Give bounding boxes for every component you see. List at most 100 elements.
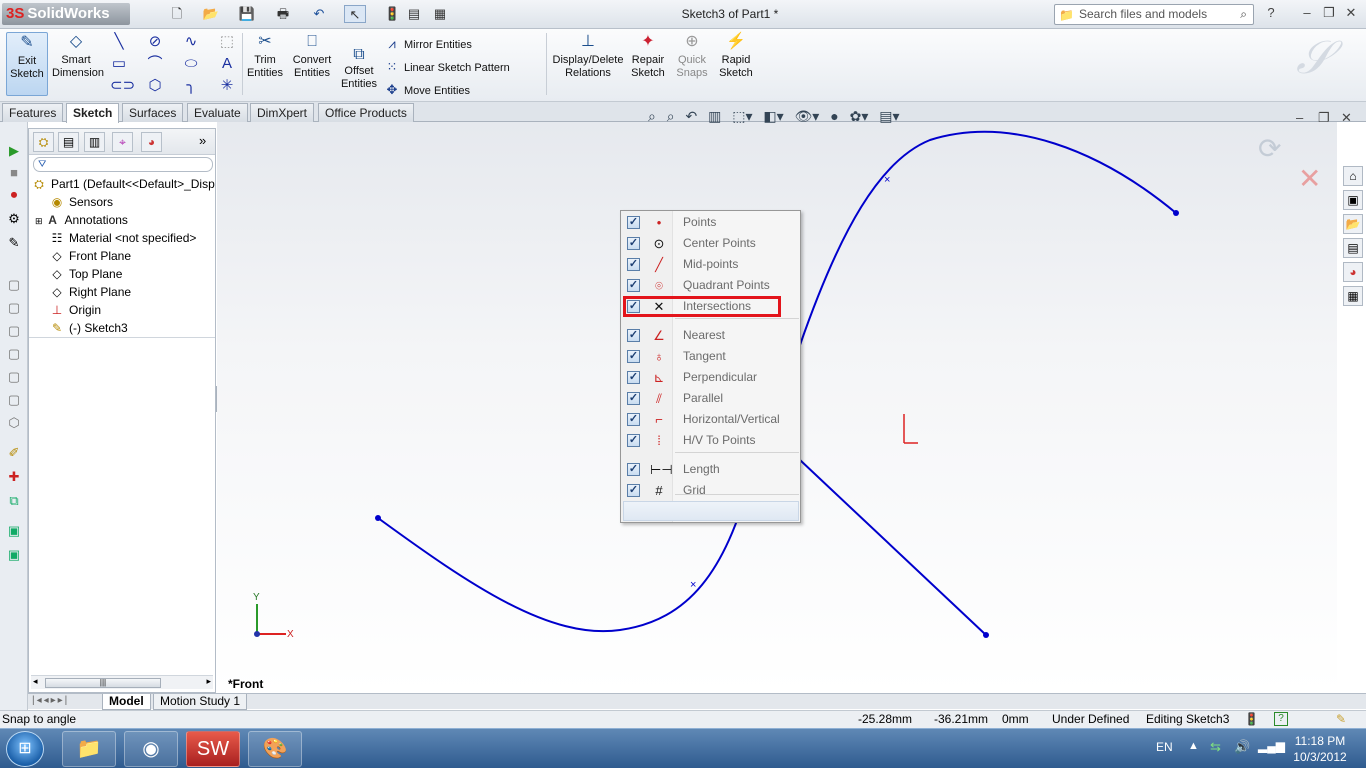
- status-editing: Editing Sketch3: [1146, 712, 1230, 726]
- snap-menu-item-perpendicular[interactable]: ✓ ⊾ Perpendicular: [621, 367, 800, 388]
- checkbox-checked-icon[interactable]: ✓: [627, 413, 640, 426]
- snap-menu-item-label: Nearest: [683, 328, 726, 342]
- snap-menu-item-quadrant-points[interactable]: ✓ ⌾ Quadrant Points: [621, 275, 800, 296]
- menu-hover-highlight: [623, 501, 799, 521]
- snap-menu-item-label: Length: [683, 462, 720, 476]
- snap-menu-item-mid-points[interactable]: ✓ ╱ Mid-points: [621, 254, 800, 275]
- sketch-endpoint[interactable]: [375, 515, 381, 521]
- menu-separator: [675, 452, 799, 453]
- scene-icon[interactable]: ✿▾: [850, 108, 869, 124]
- view-palette-icon[interactable]: ▤: [1343, 238, 1363, 258]
- snap-menu-item-label: Quadrant Points: [683, 278, 770, 292]
- checkbox-checked-icon[interactable]: ✓: [627, 350, 640, 363]
- sketch-line[interactable]: [799, 459, 987, 636]
- heads-up-view-toolbar: ⌕ ⌕ ↶ ▥ ⬚▾ ◧▾ 👁▾ ● ✿▾ ▤▾: [648, 108, 907, 128]
- snap-menu-item-parallel[interactable]: ✓ ⫽ Parallel: [621, 388, 800, 409]
- customize-status-icon[interactable]: ✎: [1336, 711, 1346, 728]
- sketch-endpoint[interactable]: [983, 632, 989, 638]
- network-sync-icon[interactable]: ⇆: [1210, 739, 1221, 755]
- signal-icon[interactable]: ▂▄▆: [1258, 739, 1285, 753]
- zoom-area-icon[interactable]: ⌕: [667, 108, 675, 124]
- snap-menu-item-grid[interactable]: ✓ # Grid: [621, 480, 800, 501]
- start-button[interactable]: ⊞: [6, 731, 44, 767]
- snap-menu-item-center-points[interactable]: ✓ ⊙ Center Points: [621, 233, 800, 254]
- tab-scroll-arrows-icon[interactable]: |◂◂▸▸|: [32, 695, 69, 706]
- explorer-icon[interactable]: 📁: [62, 731, 116, 767]
- checkbox-checked-icon[interactable]: ✓: [627, 371, 640, 384]
- snap-menu-item-label: Grid: [683, 483, 706, 497]
- viewport-minimize-icon[interactable]: –: [1296, 110, 1303, 125]
- status-z-coordinate: 0mm: [1002, 712, 1029, 726]
- snap-menu-item-nearest[interactable]: ✓ ∠ Nearest: [621, 325, 800, 346]
- sketch-spline-upper[interactable]: [799, 130, 1177, 346]
- firefox-icon[interactable]: ◉: [124, 731, 178, 767]
- checkbox-checked-icon[interactable]: ✓: [627, 329, 640, 342]
- spline-point-marker[interactable]: ×: [690, 579, 696, 591]
- quick-snaps-menu: ✓ • Points ✓ ⊙ Center Points ✓ ╱ Mid-points ✓ ⌾ Qua…: [620, 210, 801, 523]
- checkbox-checked-icon[interactable]: ✓: [627, 434, 640, 447]
- tab-motion-study[interactable]: Motion Study 1: [153, 694, 248, 710]
- view-orientation-icon[interactable]: ⬚▾: [732, 108, 752, 124]
- snap-menu-item-label: Parallel: [683, 391, 724, 405]
- point-icon: •: [656, 215, 662, 230]
- volume-icon[interactable]: 🔊: [1234, 739, 1250, 755]
- checkbox-checked-icon[interactable]: ✓: [627, 216, 640, 229]
- view-settings-icon[interactable]: ▤▾: [879, 108, 899, 124]
- spline-point-marker[interactable]: ×: [884, 174, 890, 186]
- appearance-icon[interactable]: ●: [830, 108, 838, 124]
- snap-menu-item-points[interactable]: ✓ • Points: [621, 212, 800, 233]
- solidworks-taskbar-icon[interactable]: SW: [186, 731, 240, 767]
- snap-menu-item-h-v-to-points[interactable]: ✓ ⁞ H/V To Points: [621, 430, 800, 451]
- snap-menu-item-length[interactable]: ✓ ⊢⊣ Length: [621, 459, 800, 480]
- checkbox-checked-icon[interactable]: ✓: [627, 484, 640, 497]
- hv-points-icon: ⁞: [657, 433, 661, 448]
- custom-properties-icon[interactable]: ▦: [1343, 286, 1363, 306]
- view-name-label: *Front: [228, 677, 264, 691]
- status-y-coordinate: -36.21mm: [934, 712, 989, 726]
- snap-menu-item-horizontal-vertical[interactable]: ✓ ⌐ Horizontal/Vertical: [621, 409, 800, 430]
- status-message: Snap to angle: [2, 712, 77, 726]
- help-status-icon[interactable]: ?: [1274, 712, 1288, 726]
- checkbox-checked-icon[interactable]: ✓: [627, 392, 640, 405]
- bottom-tabs: |◂◂▸▸| Model Motion Study 1: [28, 693, 1366, 710]
- clock[interactable]: 11:18 PM 10/3/2012: [1288, 733, 1352, 765]
- rebuild-status-icon[interactable]: 🚦: [1244, 711, 1259, 728]
- zoom-to-fit-icon[interactable]: ⌕: [648, 108, 656, 124]
- section-view-icon[interactable]: ▥: [708, 108, 721, 124]
- snap-menu-item-label: H/V To Points: [683, 433, 756, 447]
- display-style-icon[interactable]: ◧▾: [763, 108, 783, 124]
- snap-menu-item-label: Center Points: [683, 236, 756, 250]
- snap-menu-item-tangent[interactable]: ✓ ♁ Tangent: [621, 346, 800, 367]
- confirmation-cancel-icon[interactable]: ✕: [1298, 162, 1321, 195]
- paint-icon[interactable]: 🎨: [248, 731, 302, 767]
- clock-time: 11:18 PM: [1294, 734, 1346, 748]
- appearances-icon[interactable]: ◕: [1343, 262, 1363, 282]
- quadrant-icon: ⌾: [655, 278, 663, 293]
- snap-menu-item-label: Perpendicular: [683, 370, 758, 384]
- sketch-endpoint[interactable]: [1173, 210, 1179, 216]
- triad-x-label: X: [287, 629, 294, 640]
- clock-date: 10/3/2012: [1293, 750, 1347, 764]
- checkbox-checked-icon[interactable]: ✓: [627, 279, 640, 292]
- show-hidden-icons-icon[interactable]: ▲: [1188, 740, 1199, 752]
- viewport-close-icon[interactable]: ✕: [1341, 110, 1352, 126]
- grid-icon: #: [655, 483, 663, 498]
- viewport-restore-icon[interactable]: ❐: [1318, 110, 1330, 126]
- checkbox-checked-icon[interactable]: ✓: [627, 237, 640, 250]
- parallel-icon: ⫽: [656, 391, 662, 406]
- hide-show-icon[interactable]: 👁▾: [795, 108, 820, 124]
- design-library-icon[interactable]: ▣: [1343, 190, 1363, 210]
- center-point-icon: ⊙: [653, 236, 665, 251]
- checkbox-checked-icon[interactable]: ✓: [627, 258, 640, 271]
- task-pane: ⌂ ▣ 📂 ▤ ◕ ▦: [1340, 160, 1366, 310]
- file-explorer-icon[interactable]: 📂: [1343, 214, 1363, 234]
- tab-model[interactable]: Model: [102, 694, 151, 710]
- home-icon[interactable]: ⌂: [1343, 166, 1363, 186]
- nearest-icon: ∠: [653, 328, 665, 343]
- checkbox-checked-icon[interactable]: ✓: [627, 463, 640, 476]
- confirmation-rebuild-icon[interactable]: ⟳: [1258, 132, 1281, 165]
- snap-menu-item-label: Horizontal/Vertical: [683, 412, 780, 426]
- previous-view-icon[interactable]: ↶: [685, 108, 697, 124]
- status-bar: Snap to angle -25.28mm -36.21mm 0mm Unde…: [0, 710, 1366, 728]
- language-indicator[interactable]: EN: [1156, 740, 1173, 754]
